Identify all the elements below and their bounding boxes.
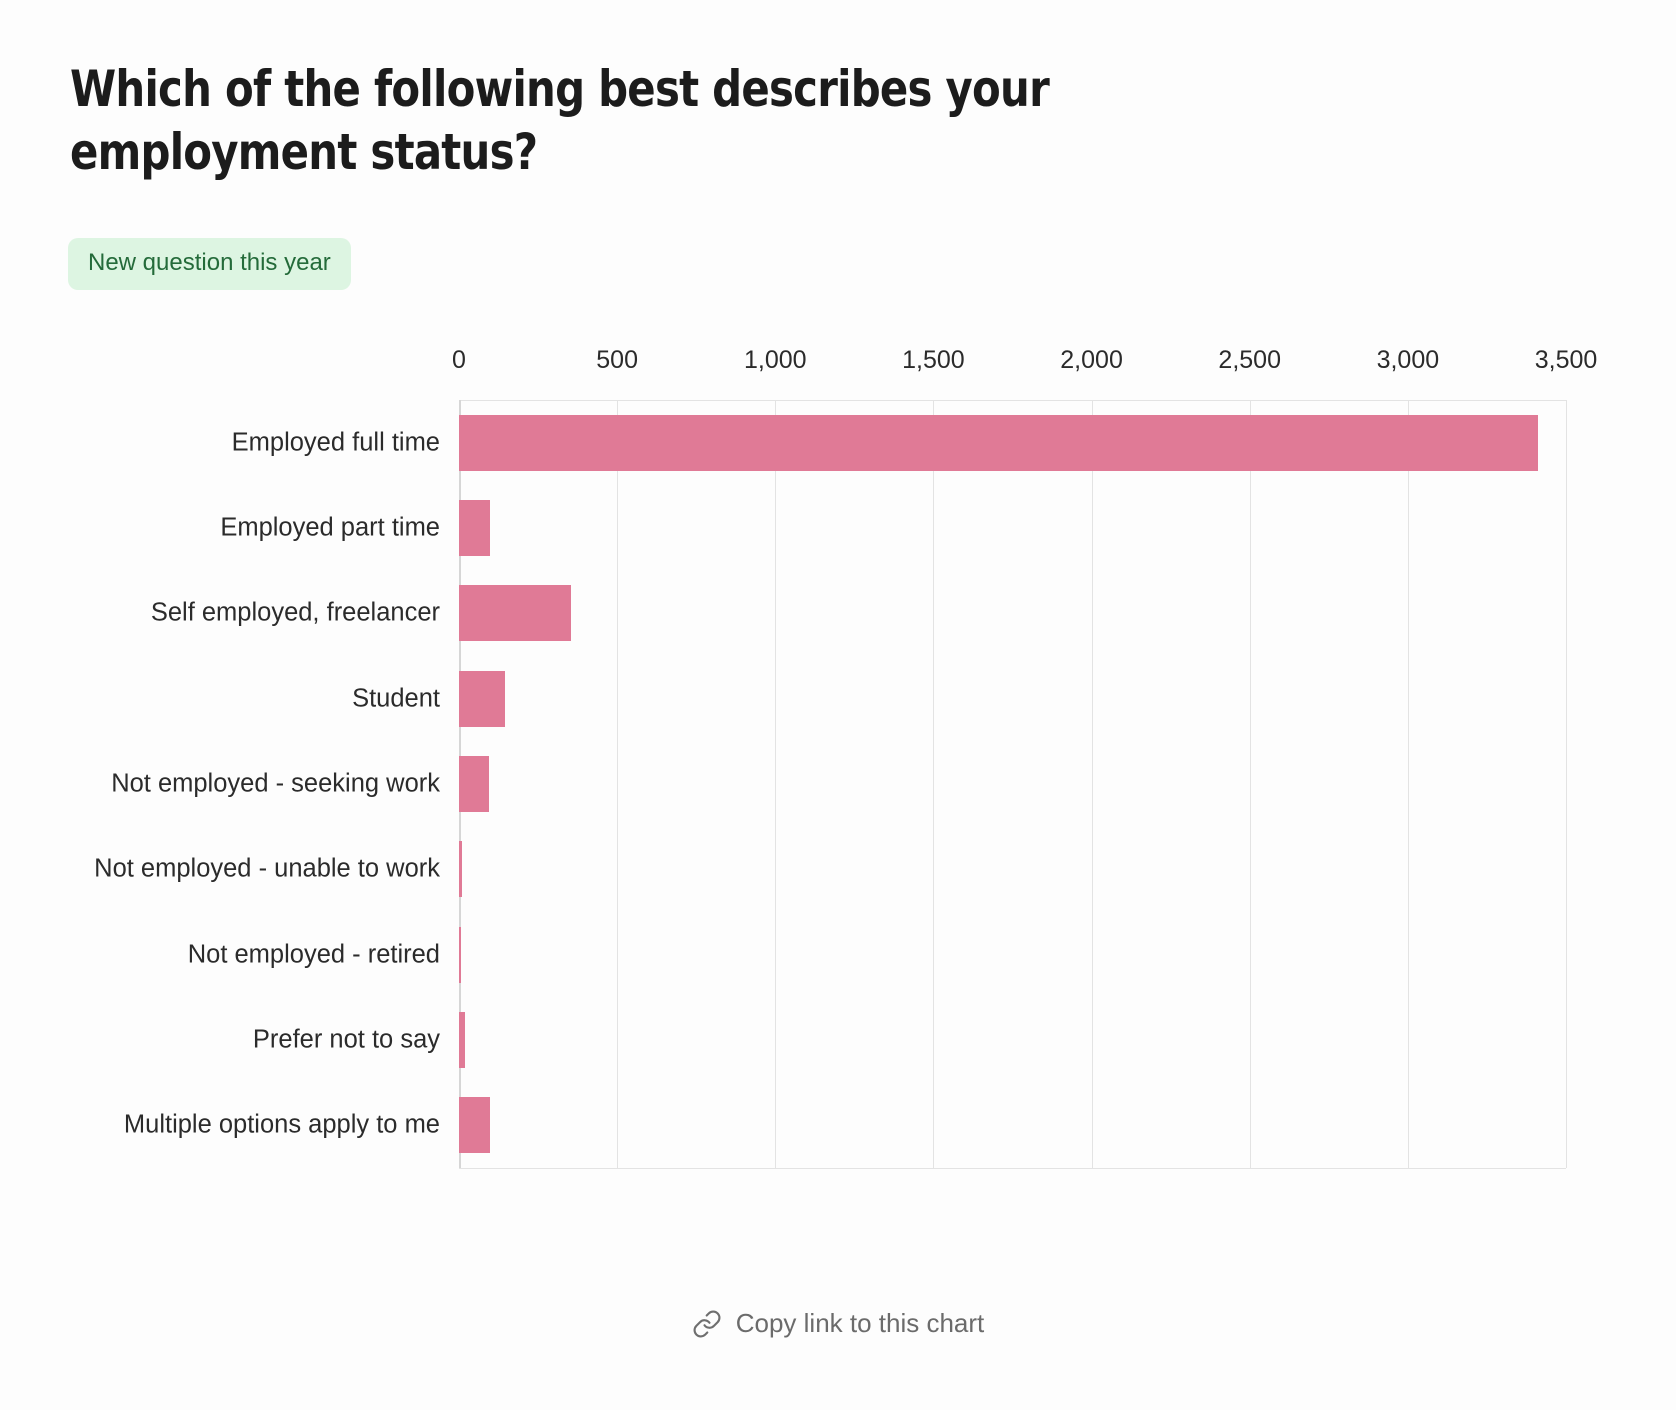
bar-row[interactable]: Self employed, freelancer	[0, 571, 1676, 656]
x-axis-tick-label: 2,000	[1060, 346, 1123, 374]
bar-track	[459, 400, 1566, 485]
bar[interactable]	[459, 841, 462, 898]
bar[interactable]	[459, 1097, 490, 1154]
bar[interactable]	[459, 1011, 465, 1068]
copy-link-to-chart-button[interactable]: Copy link to this chart	[0, 1308, 1676, 1339]
category-label: Multiple options apply to me	[123, 1110, 440, 1139]
bar-rows: Employed full time Employed part time Self…	[0, 400, 1676, 1168]
x-axis-tick-label: 3,000	[1376, 346, 1440, 374]
x-axis-tick-label: 500	[596, 346, 638, 374]
x-axis-tick-labels: 0 500 1,000 1,500 2,000 2,500 3,000 3,500	[452, 346, 1597, 380]
bar-track	[459, 485, 1566, 570]
bar[interactable]	[459, 670, 506, 727]
category-label: Self employed, freelancer	[150, 598, 440, 627]
bar-row[interactable]: Prefer not to say	[0, 997, 1676, 1082]
bar-chart: 0 500 1,000 1,500 2,000 2,500 3,000 3,500 Emplo…	[0, 0, 1676, 1410]
category-label: Employed part time	[220, 513, 440, 542]
link-icon	[692, 1309, 722, 1339]
bar-row[interactable]: Not employed - retired	[0, 912, 1676, 997]
bar-row[interactable]: Employed full time	[0, 400, 1676, 485]
bar-track	[459, 997, 1566, 1082]
bar-track	[459, 656, 1566, 741]
bar-track	[459, 741, 1566, 826]
bar-row[interactable]: Not employed - seeking work	[0, 741, 1676, 826]
bar-row[interactable]: Not employed - unable to work	[0, 827, 1676, 912]
axis-bottom-rule	[459, 1168, 1566, 1169]
copy-link-label: Copy link to this chart	[735, 1308, 985, 1338]
bar-track	[459, 1083, 1566, 1168]
bar-track	[459, 827, 1566, 912]
x-axis-tick-label: 1,500	[902, 346, 965, 374]
bar[interactable]	[459, 499, 490, 556]
x-axis-tick-label: 0	[452, 346, 466, 374]
category-label: Employed full time	[231, 428, 440, 457]
bar[interactable]	[459, 414, 1539, 471]
x-axis-tick-label: 2,500	[1218, 346, 1281, 374]
bar[interactable]	[459, 755, 490, 812]
bar-row[interactable]: Multiple options apply to me	[0, 1083, 1676, 1168]
bar[interactable]	[459, 926, 461, 983]
bar[interactable]	[459, 585, 571, 642]
category-label: Not employed - seeking work	[111, 769, 440, 798]
bar-row[interactable]: Employed part time	[0, 485, 1676, 570]
chart-page: Which of the following best describes yo…	[0, 0, 1676, 1410]
category-label: Not employed - retired	[187, 940, 440, 969]
x-axis-tick-label: 1,000	[744, 346, 807, 374]
x-axis-tick-label: 3,500	[1534, 346, 1598, 374]
bar-row[interactable]: Student	[0, 656, 1676, 741]
category-label: Student	[352, 684, 440, 713]
category-label: Prefer not to say	[252, 1025, 440, 1054]
bar-track	[459, 571, 1566, 656]
bar-track	[459, 912, 1566, 997]
category-label: Not employed - unable to work	[94, 854, 440, 883]
